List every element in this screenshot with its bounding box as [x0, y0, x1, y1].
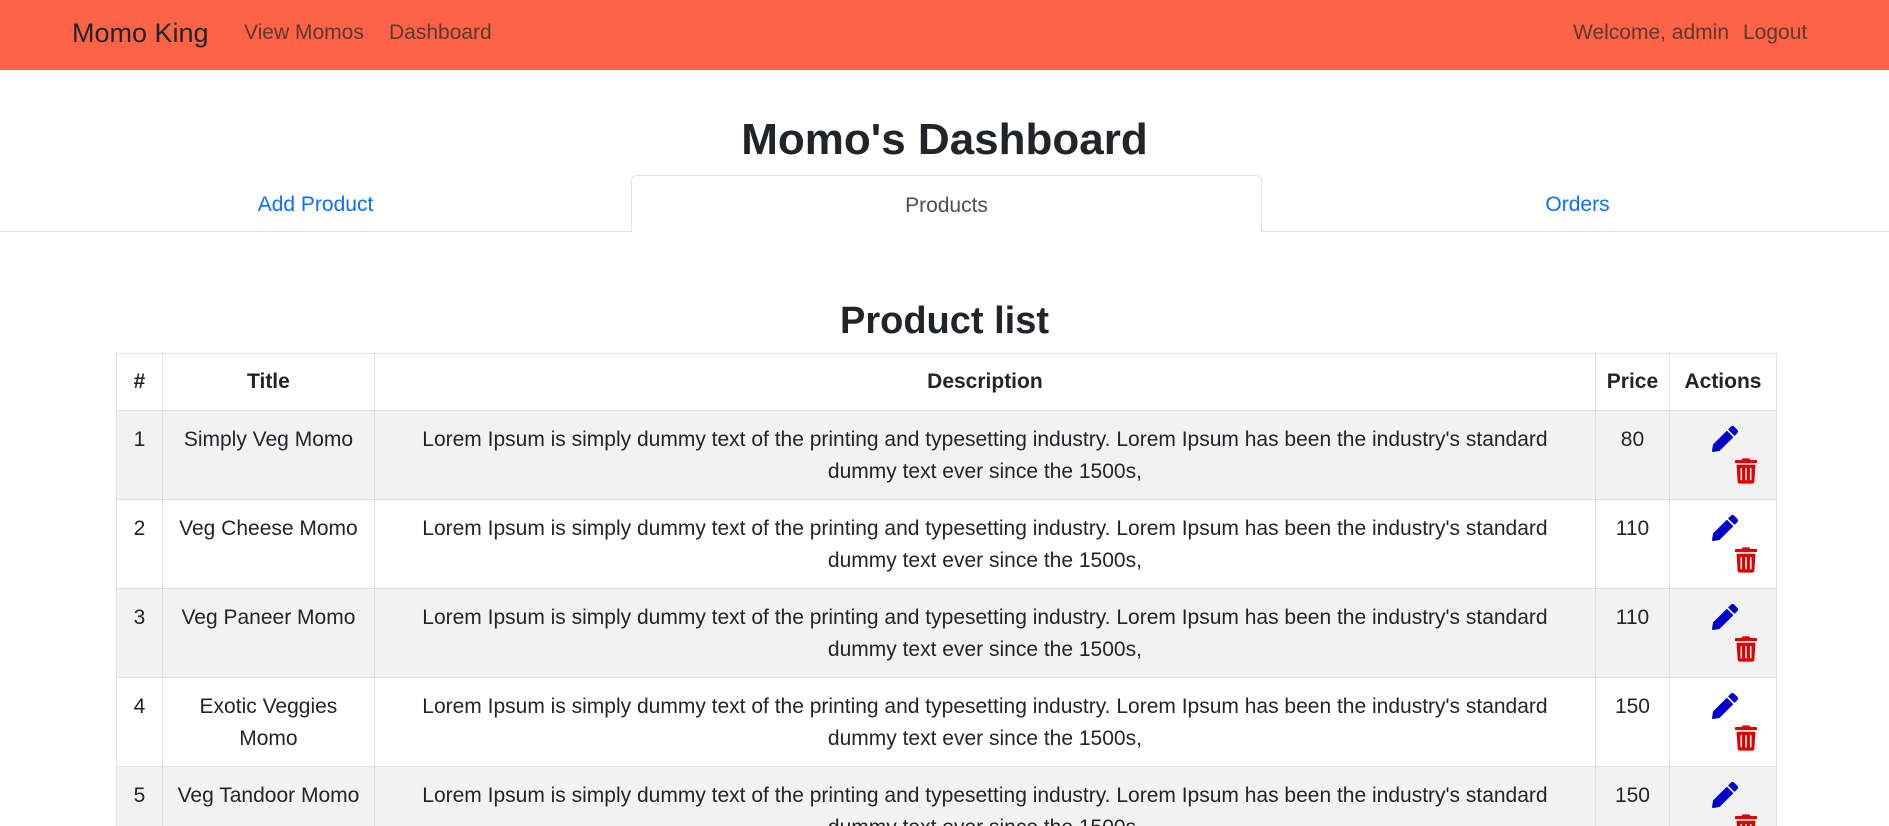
pencil-icon[interactable] [1711, 515, 1738, 542]
actions-wrap [1682, 780, 1764, 826]
actions-wrap [1682, 691, 1764, 766]
header-num: # [116, 353, 163, 411]
tab-orders[interactable]: Orders [1262, 175, 1889, 232]
tab-products[interactable]: Products [631, 175, 1262, 233]
tab-add-product[interactable]: Add Product [0, 175, 631, 232]
brand-link[interactable]: Momo King [72, 16, 209, 50]
cell-title: Veg Paneer Momo [161, 588, 375, 678]
actions-wrap [1682, 513, 1764, 588]
cell-actions [1668, 410, 1778, 500]
cell-price: 110 [1594, 588, 1670, 678]
cell-description: Lorem Ipsum is simply dummy text of the … [373, 588, 1596, 678]
cell-price: 80 [1594, 410, 1670, 500]
product-table: # Title Description Price Actions 1 Simpl… [116, 353, 1778, 826]
cell-title: Veg Tandoor Momo [161, 766, 375, 826]
cell-price: 110 [1594, 499, 1670, 589]
cell-num: 2 [116, 499, 163, 589]
cell-actions [1668, 766, 1778, 826]
nav-dashboard[interactable]: Dashboard [389, 19, 492, 47]
pencil-icon[interactable] [1711, 604, 1738, 631]
table-header-row: # Title Description Price Actions [116, 353, 1778, 411]
pencil-icon[interactable] [1711, 693, 1738, 720]
table-row: 2 Veg Cheese Momo Lorem Ipsum is simply du… [116, 499, 1778, 589]
cell-actions [1668, 499, 1778, 589]
cell-title: Simply Veg Momo [161, 410, 375, 500]
pencil-icon[interactable] [1711, 782, 1738, 809]
actions-wrap [1682, 424, 1764, 499]
cell-description: Lorem Ipsum is simply dummy text of the … [373, 410, 1596, 500]
cell-title: Exotic Veggies Momo [161, 677, 375, 767]
page-title: Momo's Dashboard [741, 115, 1148, 164]
header-actions: Actions [1668, 353, 1778, 411]
cell-description: Lorem Ipsum is simply dummy text of the … [373, 677, 1596, 767]
cell-title: Veg Cheese Momo [161, 499, 375, 589]
cell-actions [1668, 588, 1778, 678]
trash-icon[interactable] [1734, 547, 1757, 573]
cell-description: Lorem Ipsum is simply dummy text of the … [373, 766, 1596, 826]
header-description: Description [373, 353, 1596, 411]
tab-bar: Add Product Products Orders [0, 175, 1889, 233]
cell-price: 150 [1594, 766, 1670, 826]
actions-wrap [1682, 602, 1764, 677]
table-row: 4 Exotic Veggies Momo Lorem Ipsum is simpl… [116, 677, 1778, 767]
cell-actions [1668, 677, 1778, 767]
table-row: 1 Simply Veg Momo Lorem Ipsum is simply du… [116, 410, 1778, 500]
logout-link[interactable]: Logout [1743, 19, 1807, 47]
cell-description: Lorem Ipsum is simply dummy text of the … [373, 499, 1596, 589]
nav-view-momos[interactable]: View Momos [244, 19, 364, 47]
welcome-text: Welcome, admin [1573, 21, 1730, 44]
cell-num: 1 [116, 410, 163, 500]
navbar: Momo King View Momos Dashboard Welcome, … [0, 0, 1889, 70]
header-price: Price [1594, 353, 1670, 411]
trash-icon[interactable] [1734, 725, 1757, 751]
section-title: Product list [839, 300, 1050, 342]
pencil-icon[interactable] [1711, 426, 1738, 453]
header-title: Title [161, 353, 375, 411]
cell-num: 5 [116, 766, 163, 826]
trash-icon[interactable] [1734, 636, 1757, 662]
cell-num: 3 [116, 588, 163, 678]
table-row: 5 Veg Tandoor Momo Lorem Ipsum is simply d… [116, 766, 1778, 826]
cell-num: 4 [116, 677, 163, 767]
trash-icon[interactable] [1734, 814, 1757, 826]
trash-icon[interactable] [1734, 458, 1757, 484]
cell-price: 150 [1594, 677, 1670, 767]
table-row: 3 Veg Paneer Momo Lorem Ipsum is simply du… [116, 588, 1778, 678]
